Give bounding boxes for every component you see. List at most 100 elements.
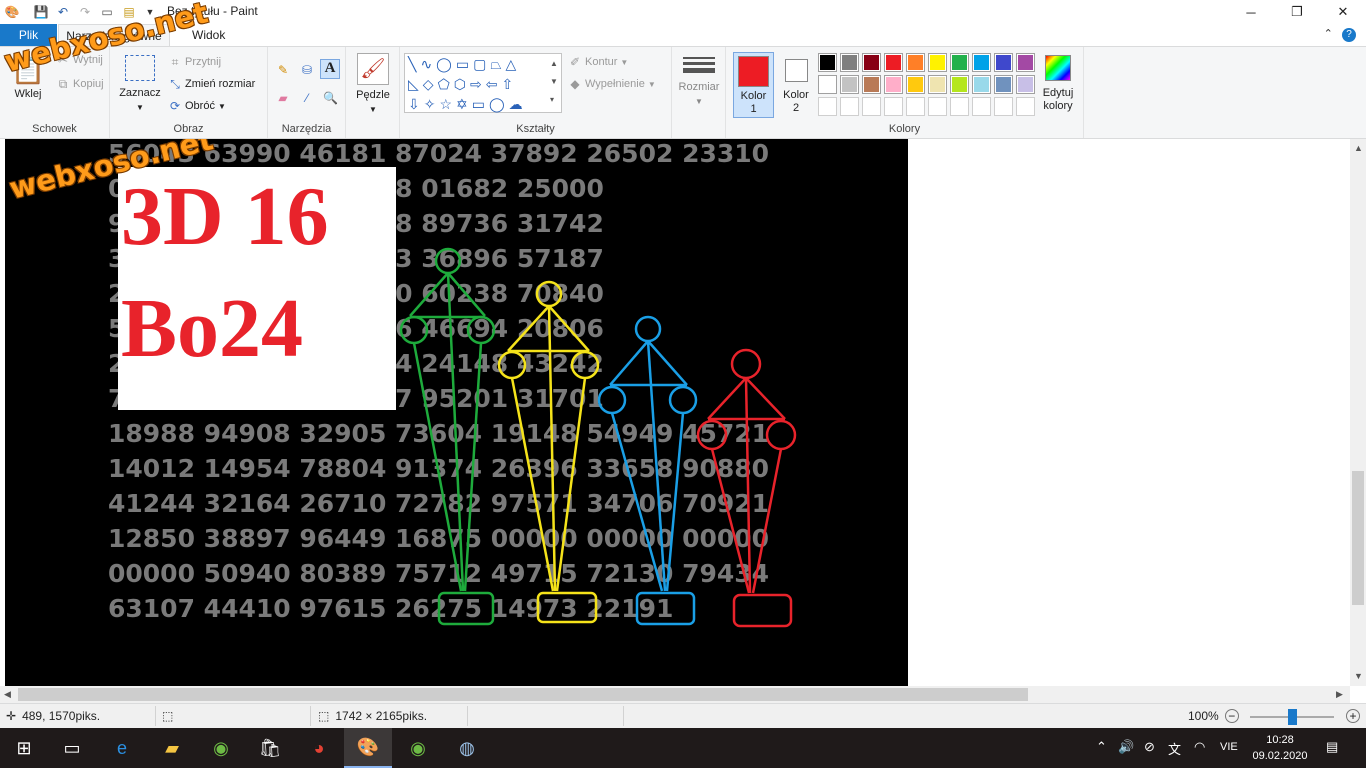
palette-empty-swatch[interactable] (928, 97, 947, 116)
palette-empty-swatch[interactable] (994, 97, 1013, 116)
diamond-shape-icon[interactable]: ◇ (423, 76, 438, 92)
wifi-icon[interactable]: ◠ (1194, 739, 1205, 755)
rounded-rect-shape-icon[interactable]: ▢ (473, 56, 490, 72)
palette-empty-swatch[interactable] (862, 97, 881, 116)
palette-color-swatch[interactable] (840, 53, 859, 72)
size-button[interactable]: Rozmiar ▼ (678, 55, 720, 117)
star6-shape-icon[interactable]: ✡ (456, 96, 472, 112)
color1-button[interactable]: Kolor 1 (733, 52, 774, 118)
horizontal-scroll-thumb[interactable] (18, 688, 1028, 701)
rotate-button[interactable]: ⟳ Obróć ▼ (168, 99, 226, 113)
palette-color-swatch[interactable] (906, 75, 925, 94)
save-icon[interactable]: 💾 (33, 4, 49, 20)
palette-color-swatch[interactable] (840, 75, 859, 94)
palette-color-swatch[interactable] (884, 75, 903, 94)
palette-color-swatch[interactable] (950, 75, 969, 94)
task-view-button[interactable]: ▭ (48, 728, 96, 768)
line-shape-icon[interactable]: ╲ (408, 56, 420, 72)
select-button[interactable]: Zaznacz ▼ (118, 55, 162, 117)
edit-colors-button[interactable]: Edytuj kolory (1036, 55, 1080, 117)
close-button[interactable]: ✕ (1320, 0, 1366, 24)
curve-shape-icon[interactable]: ∿ (420, 56, 436, 72)
new-file-icon[interactable]: ▭ (99, 4, 115, 20)
language-indicator[interactable]: VIE (1220, 741, 1238, 753)
minimize-button[interactable]: ─ (1228, 0, 1274, 24)
tab-view[interactable]: Widok (192, 24, 225, 46)
taskbar-app-green-2[interactable]: ◉ (394, 728, 442, 768)
palette-color-swatch[interactable] (928, 75, 947, 94)
palette-color-swatch[interactable] (884, 53, 903, 72)
text-tool-icon[interactable]: A (320, 59, 340, 79)
taskbar-store[interactable]: 🛍 (246, 728, 294, 768)
redo-icon[interactable]: ↷ (77, 4, 93, 20)
brushes-button[interactable]: 🖌 Pędzle ▼ (352, 53, 394, 115)
hexagon-shape-icon[interactable]: ⬡ (454, 76, 470, 92)
system-clock[interactable]: 10:28 09.02.2020 (1252, 732, 1308, 764)
palette-color-swatch[interactable] (994, 75, 1013, 94)
taskbar-paint[interactable]: 🎨 (344, 728, 392, 768)
cloud-shape-icon[interactable]: ☁ (509, 96, 527, 112)
taskbar-chrome[interactable]: ◕ (295, 728, 343, 768)
tray-overflow-icon[interactable]: ⌃ (1096, 739, 1107, 755)
palette-color-swatch[interactable] (862, 75, 881, 94)
help-icon[interactable]: ? (1342, 28, 1356, 42)
palette-empty-swatch[interactable] (884, 97, 903, 116)
palette-empty-swatch[interactable] (818, 97, 837, 116)
taskbar-app-green[interactable]: ◉ (197, 728, 245, 768)
arrow-down-shape-icon[interactable]: ⇩ (408, 96, 424, 112)
zoom-slider-thumb[interactable] (1288, 709, 1297, 725)
volume-icon[interactable]: 🔊 (1118, 739, 1134, 755)
arrow-right-shape-icon[interactable]: ⇨ (470, 76, 486, 92)
fill-bucket-icon[interactable]: ⛁ (300, 63, 314, 77)
eraser-icon[interactable]: ▰ (276, 91, 290, 105)
quick-access-dropdown-icon[interactable]: ▼ (142, 4, 158, 20)
scroll-down-icon[interactable]: ▼ (1354, 671, 1363, 681)
callout-oval-shape-icon[interactable]: ◯ (489, 96, 509, 112)
scroll-up-icon[interactable]: ▲ (1354, 143, 1363, 153)
taskbar-explorer[interactable]: ▰ (148, 728, 196, 768)
palette-color-swatch[interactable] (906, 53, 925, 72)
copy-button[interactable]: ⧉ Kopiuj (56, 77, 104, 91)
palette-empty-swatch[interactable] (840, 97, 859, 116)
palette-color-swatch[interactable] (818, 53, 837, 72)
palette-color-swatch[interactable] (994, 53, 1013, 72)
vertical-scroll-thumb[interactable] (1352, 471, 1364, 605)
vertical-scrollbar[interactable]: ▲ ▼ (1350, 139, 1366, 686)
palette-color-swatch[interactable] (818, 75, 837, 94)
palette-empty-swatch[interactable] (1016, 97, 1035, 116)
palette-color-swatch[interactable] (972, 75, 991, 94)
pencil-icon[interactable]: ✎ (276, 63, 290, 77)
open-file-icon[interactable]: ▤ (121, 4, 137, 20)
palette-empty-swatch[interactable] (950, 97, 969, 116)
rectangle-shape-icon[interactable]: ▭ (456, 56, 473, 72)
start-button[interactable]: ⊞ (0, 728, 48, 768)
taskbar-control-panel[interactable]: ◍ (443, 728, 491, 768)
cut-button[interactable]: ✂ Wytnij (56, 53, 103, 67)
palette-empty-swatch[interactable] (906, 97, 925, 116)
arrow-up-shape-icon[interactable]: ⇧ (501, 76, 517, 92)
paint-app-icon[interactable]: 🎨 (4, 4, 20, 20)
scroll-left-icon[interactable]: ◀ (4, 689, 11, 700)
oval-shape-icon[interactable]: ◯ (436, 56, 456, 72)
undo-icon[interactable]: ↶ (55, 4, 71, 20)
polygon-shape-icon[interactable]: ⏢ (490, 56, 505, 72)
zoom-out-icon[interactable]: − (1224, 709, 1239, 723)
star5-shape-icon[interactable]: ☆ (439, 96, 456, 112)
palette-color-swatch[interactable] (1016, 75, 1035, 94)
palette-color-swatch[interactable] (972, 53, 991, 72)
maximize-button[interactable]: ❐ (1274, 0, 1320, 24)
taskbar-edge[interactable]: e (98, 728, 146, 768)
resize-button[interactable]: ⤡ Zmień rozmiar (168, 77, 255, 91)
outline-button[interactable]: ✐ Kontur ▼ (568, 55, 628, 69)
horizontal-scrollbar[interactable]: ◀ ▶ (0, 686, 1350, 703)
image-canvas[interactable]: 56043 63990 46181 87024 37892 26502 2331… (5, 139, 908, 686)
arrow-left-shape-icon[interactable]: ⇦ (486, 76, 502, 92)
zoom-in-icon[interactable]: + (1346, 709, 1360, 723)
scroll-right-icon[interactable]: ▶ (1336, 689, 1343, 700)
tab-home[interactable]: Narzędzia główne (58, 24, 170, 46)
callout-rect-shape-icon[interactable]: ▭ (472, 96, 489, 112)
fill-button[interactable]: ◆ Wypełnienie ▼ (568, 77, 655, 91)
pentagon-shape-icon[interactable]: ⬠ (438, 76, 454, 92)
right-triangle-shape-icon[interactable]: ◺ (408, 76, 423, 92)
magnifier-icon[interactable]: 🔍 (323, 91, 338, 105)
